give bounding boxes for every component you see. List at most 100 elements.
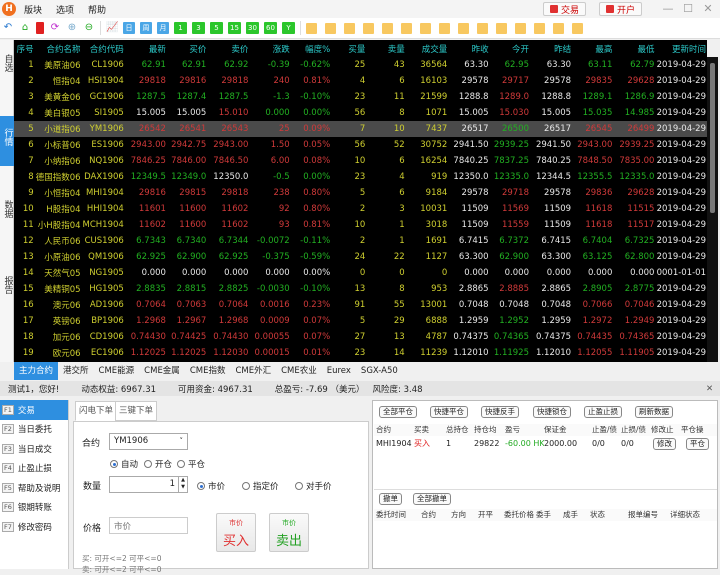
table-row[interactable]: 12 人民币06 CUS1906 6.7343 6.7340 6.7344 -0.0072-… xyxy=(14,233,707,249)
table-row[interactable]: 2 恒指04 HSI1904 29818 29816 29818 240 0.81% 4 6 161… xyxy=(14,73,707,89)
channel-tool-icon[interactable] xyxy=(420,22,431,34)
column-header[interactable]: 最高 xyxy=(572,40,613,57)
table-row[interactable]: 17 英镑06 BP1906 1.2968 1.2967 1.2968 0.0009 0.07… xyxy=(14,313,707,329)
period-week-button[interactable]: 周 xyxy=(140,22,152,34)
table-row[interactable]: 15 美精铜05 HG1905 2.8835 2.8815 2.8825 -0.0030 -0… xyxy=(14,281,707,297)
buy-button[interactable]: 市价 买入 xyxy=(216,513,256,552)
period-60min-button[interactable]: 60 xyxy=(264,22,277,34)
chart-icon[interactable]: 📈 xyxy=(106,22,118,34)
sidebar-tab-watchlist[interactable]: 自选 xyxy=(0,54,14,92)
table-row[interactable]: 9 小恒指04 MHI1904 29816 29815 29818 238 0.80% 5 6 91… xyxy=(14,185,707,201)
menu-options[interactable]: 选项 xyxy=(56,3,74,16)
period-day-button[interactable]: 日 xyxy=(123,22,135,34)
delete-tool-icon[interactable] xyxy=(572,22,583,34)
function-nav-item[interactable]: F5 帮助及说明 xyxy=(0,478,68,498)
bookmark-icon[interactable] xyxy=(36,22,44,34)
column-header[interactable]: 合约名称 xyxy=(35,40,82,57)
radio-market-price[interactable]: 市价 xyxy=(197,480,225,492)
table-row[interactable]: 16 澳元06 AD1906 0.7064 0.7063 0.7064 0.0016 0.23… xyxy=(14,297,707,313)
table-row[interactable]: 14 天然气05 NG1905 0.000 0.000 0.000 0.000 0.00% 0 0… xyxy=(14,265,707,281)
period-15min-button[interactable]: 15 xyxy=(228,22,241,34)
column-header[interactable]: 昨结 xyxy=(530,40,572,57)
zoom-out-icon[interactable]: ⊖ xyxy=(83,22,95,34)
column-header[interactable]: 昨收 xyxy=(448,40,489,57)
back-icon[interactable]: ↶ xyxy=(2,22,14,34)
table-row[interactable]: 8 德国指数06 DAX1906 12349.5 12349.0 12350.0 -0.5 0… xyxy=(14,169,707,185)
sidebar-tab-data[interactable]: 数据 xyxy=(0,200,14,238)
market-tab[interactable]: CME指数 xyxy=(185,362,231,380)
table-row[interactable]: 11 小H股指04 MCH1904 11602 11600 11602 93 0.81% 10 1… xyxy=(14,217,707,233)
tab-three-key-order[interactable]: 三键下单 xyxy=(115,401,158,421)
radio-auto[interactable]: 自动 xyxy=(110,458,138,470)
table-row[interactable]: 5 小道指06 YM1906 26542 26541 26543 25 0.09% 7 10 743… xyxy=(14,121,707,137)
function-nav-item[interactable]: F6 银期转账 xyxy=(0,498,68,518)
function-nav-item[interactable]: F2 当日委托 xyxy=(0,420,68,440)
tab-flash-order[interactable]: 闪电下单 xyxy=(75,401,118,421)
radio-open[interactable]: 开仓 xyxy=(144,458,172,470)
market-tab[interactable]: SGX-A50 xyxy=(356,362,403,380)
zoom-in-icon[interactable]: ⊕ xyxy=(66,22,78,34)
position-row[interactable]: MHI1904 买入 1 29822 -60.00 HK 2000.00 0/0… xyxy=(376,438,651,450)
scroll-thumb[interactable] xyxy=(710,63,715,213)
close-panel-icon[interactable]: ✕ xyxy=(706,384,713,394)
column-header[interactable]: 今开 xyxy=(490,40,530,57)
menu-help[interactable]: 帮助 xyxy=(88,3,106,16)
parallel-tool-icon[interactable] xyxy=(439,22,450,34)
table-row[interactable]: 10 H股指04 HHI1904 11601 11600 11602 92 0.80% 2 3 10… xyxy=(14,201,707,217)
function-nav-item[interactable]: F7 修改密码 xyxy=(0,517,68,537)
price-input[interactable] xyxy=(109,517,188,534)
market-tab[interactable]: Eurex xyxy=(322,362,356,380)
table-row[interactable]: 19 欧元06 EC1906 1.12025 1.12025 1.12030 0.00015… xyxy=(14,345,707,361)
market-tab[interactable]: CME金属 xyxy=(139,362,185,380)
column-header[interactable]: 幅度% xyxy=(291,40,332,57)
position-action-button[interactable]: 快捷反手 xyxy=(481,406,519,418)
position-action-button[interactable]: 快捷锁仓 xyxy=(533,406,571,418)
function-nav-item[interactable]: F4 止盈止损 xyxy=(0,459,68,479)
market-tab[interactable]: CME农业 xyxy=(276,362,322,380)
eye-tool-icon[interactable] xyxy=(553,22,564,34)
table-row[interactable]: 3 美黄金06 GC1906 1287.5 1287.4 1287.5 -1.3 -0.10%… xyxy=(14,89,707,105)
minimize-button[interactable]: — xyxy=(660,2,676,16)
period-3min-button[interactable]: 3 xyxy=(192,22,205,34)
column-header[interactable]: 更新时间 xyxy=(655,40,707,57)
column-header[interactable]: 合约代码 xyxy=(82,40,125,57)
period-month-button[interactable]: 月 xyxy=(157,22,169,34)
market-tab[interactable]: CME能源 xyxy=(94,362,140,380)
column-header[interactable]: 最新 xyxy=(125,40,167,57)
vline-tool-icon[interactable] xyxy=(382,22,393,34)
period-5min-button[interactable]: 5 xyxy=(210,22,223,34)
market-tab[interactable]: 主力合约 xyxy=(14,362,59,380)
radio-close[interactable]: 平仓 xyxy=(177,458,205,470)
function-nav-item[interactable]: F1 交易 xyxy=(0,400,68,420)
function-nav-item[interactable]: F3 当日成交 xyxy=(0,439,68,459)
column-header[interactable]: 成交量 xyxy=(406,40,449,57)
qty-stepper[interactable]: 1 ▲ ▼ xyxy=(109,476,188,493)
column-header[interactable]: 买量 xyxy=(331,40,366,57)
close-position-button[interactable]: 平仓 xyxy=(686,438,709,450)
position-action-button[interactable]: 止盈止损 xyxy=(584,406,622,418)
column-header[interactable]: 序号 xyxy=(14,40,35,57)
order-action-button[interactable]: 撤单 xyxy=(379,493,402,505)
period-year-button[interactable]: Y xyxy=(282,22,295,34)
table-row[interactable]: 18 加元06 CD1906 0.74430 0.74425 0.74430 0.00055… xyxy=(14,329,707,345)
table-row[interactable]: 7 小纳指06 NQ1906 7846.25 7846.00 7846.50 6.00 0.0… xyxy=(14,153,707,169)
column-header[interactable]: 卖价 xyxy=(207,40,249,57)
period-1min-button[interactable]: 1 xyxy=(174,22,187,34)
table-row[interactable]: 6 小标普06 ES1906 2943.00 2942.75 2943.00 1.50 0.0… xyxy=(14,137,707,153)
hline-tool-icon[interactable] xyxy=(363,22,374,34)
line-tool-icon[interactable] xyxy=(325,22,336,34)
column-header[interactable]: 买价 xyxy=(167,40,207,57)
segment-tool-icon[interactable] xyxy=(344,22,355,34)
order-action-button[interactable]: 全部撤单 xyxy=(413,493,451,505)
modify-button[interactable]: 修改 xyxy=(653,438,676,450)
fib-tool-icon[interactable] xyxy=(458,22,469,34)
table-row[interactable]: 1 美原油06 CL1906 62.91 62.91 62.92 -0.39 -0.62% 25… xyxy=(14,57,707,73)
sell-button[interactable]: 市价 卖出 xyxy=(269,513,309,552)
open-account-button[interactable]: 开户 xyxy=(599,2,643,16)
cloud-tool-icon[interactable] xyxy=(534,22,545,34)
text-tool-icon[interactable] xyxy=(306,22,317,34)
table-row[interactable]: 4 美白银05 SI1905 15.005 15.005 15.010 0.000 0.00%… xyxy=(14,105,707,121)
home-icon[interactable]: ⌂ xyxy=(19,22,31,34)
down-arrow-tool-icon[interactable] xyxy=(515,22,526,34)
trade-button[interactable]: 交易 xyxy=(543,2,587,16)
